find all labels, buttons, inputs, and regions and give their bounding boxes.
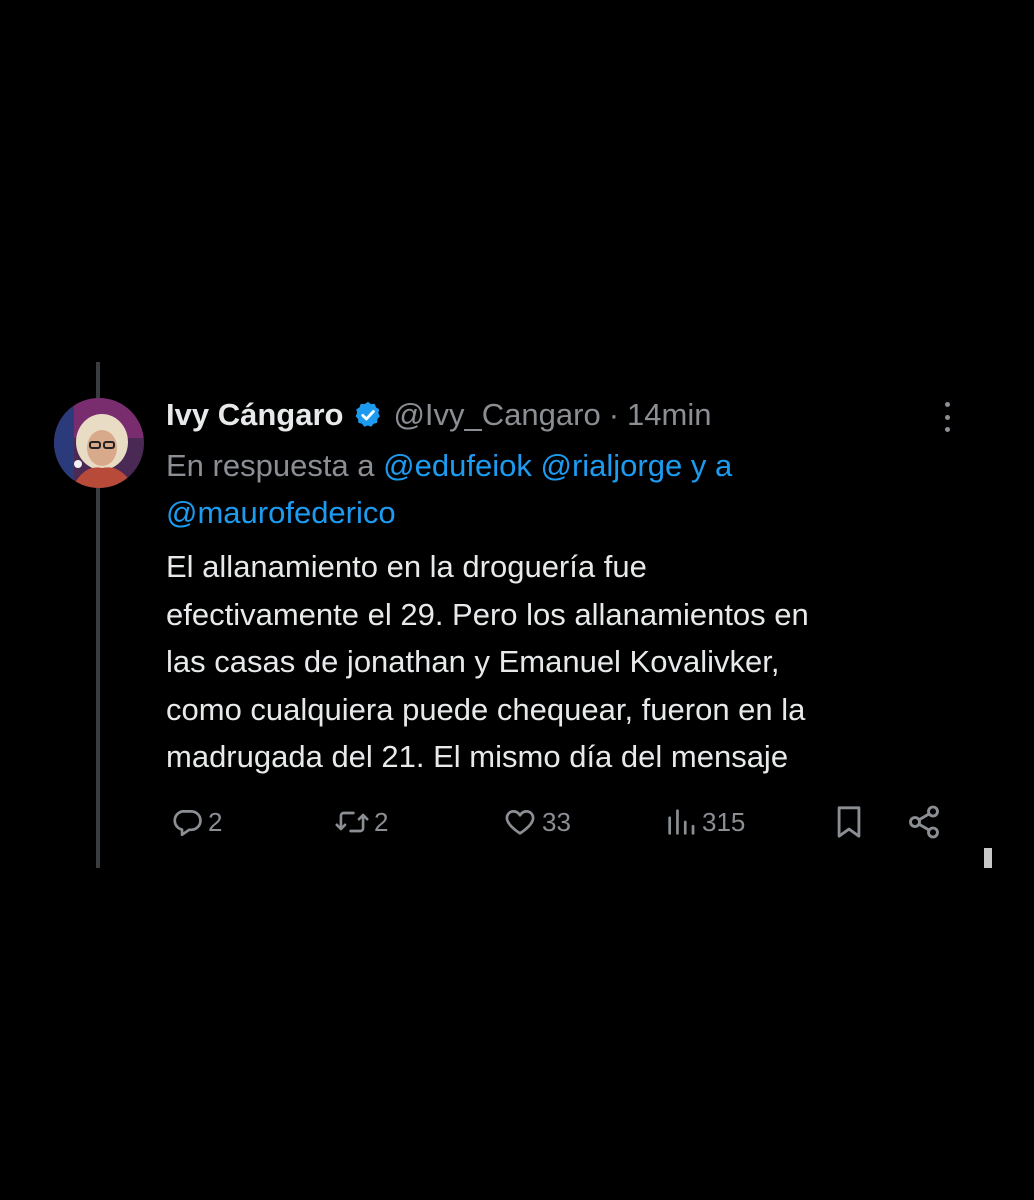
meta-separator: · — [608, 397, 620, 432]
bookmark-button[interactable] — [832, 800, 866, 844]
mention-link[interactable]: @rialjorge — [540, 448, 682, 483]
display-name[interactable]: Ivy Cángaro — [166, 397, 343, 433]
avatar[interactable] — [54, 398, 144, 488]
verified-badge-icon — [353, 400, 383, 430]
tweet-header: Ivy Cángaro @Ivy_Cangaro · 14min — [166, 392, 711, 438]
mention-link[interactable]: @edufeiok — [383, 448, 532, 483]
repost-icon — [334, 805, 370, 839]
share-button[interactable] — [906, 800, 942, 844]
views-chart-icon — [664, 805, 698, 839]
share-icon — [906, 804, 942, 840]
repost-count: 2 — [374, 806, 389, 837]
views-count: 315 — [702, 806, 746, 837]
reply-context: En respuesta a @edufeiok @rialjorge y a … — [166, 442, 926, 536]
repost-button[interactable]: 2 — [334, 800, 388, 844]
user-handle[interactable]: @Ivy_Cangaro — [393, 397, 600, 433]
scroll-indicator — [984, 848, 992, 868]
tweet-actions: 2 2 33 315 — [166, 800, 956, 844]
tweet-text: El allanamiento en la droguería fue efec… — [166, 549, 809, 774]
reply-icon — [170, 805, 204, 839]
views-button[interactable]: 315 — [664, 800, 745, 844]
mention-link[interactable]: @maurofederico — [166, 495, 396, 530]
heart-icon — [502, 805, 538, 839]
like-count: 33 — [542, 806, 571, 837]
reply-button[interactable]: 2 — [170, 800, 222, 844]
reply-prefix: En respuesta a — [166, 448, 375, 483]
reply-count: 2 — [208, 806, 223, 837]
bookmark-icon — [832, 803, 866, 841]
like-button[interactable]: 33 — [502, 800, 571, 844]
reply-joiner: y a — [690, 448, 733, 483]
timestamp[interactable]: 14min — [627, 397, 711, 433]
more-vertical-icon[interactable] — [936, 402, 958, 432]
